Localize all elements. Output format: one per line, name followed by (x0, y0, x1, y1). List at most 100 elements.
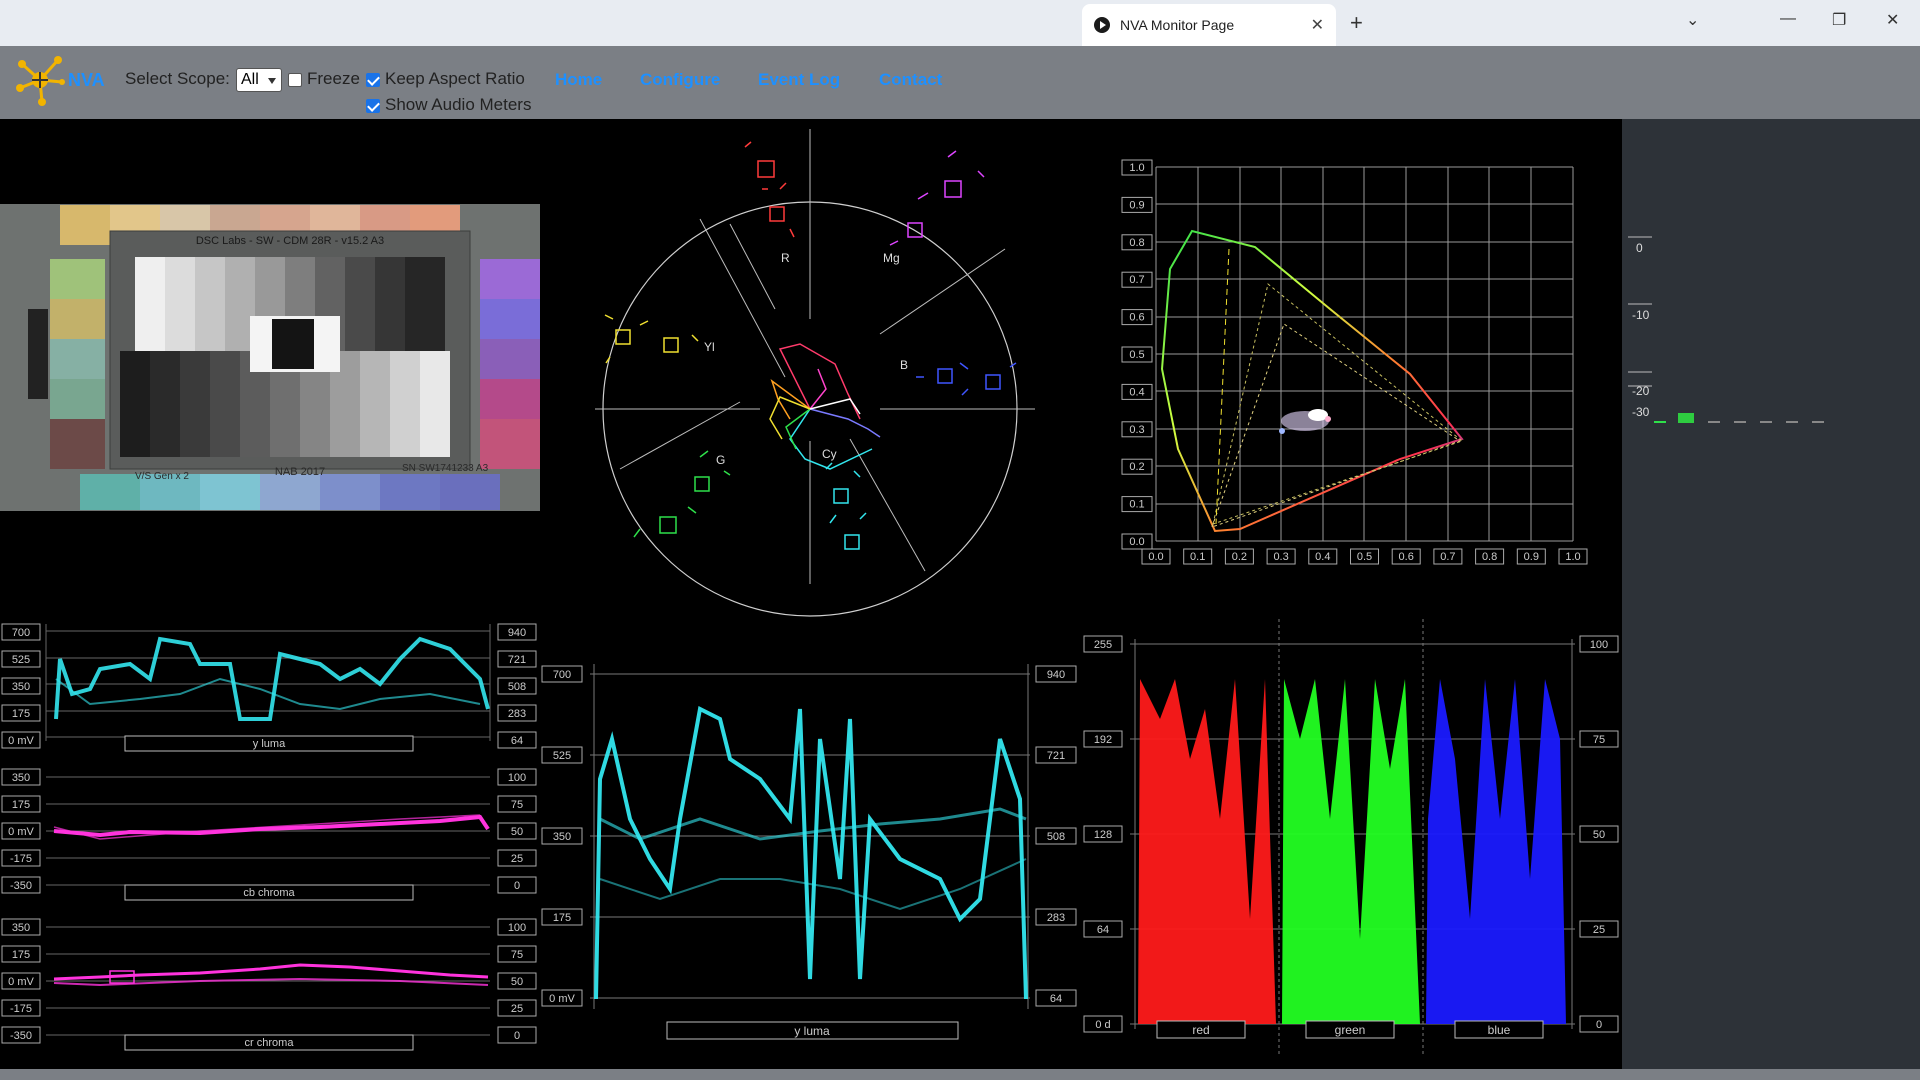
cie-y-tick-2: 0.8 (1121, 234, 1153, 251)
cr-left-tick-2-text: 0 mV (8, 976, 34, 988)
luma-small-caption: y luma (253, 738, 286, 750)
audio-tick-10: -10 (1632, 308, 1650, 322)
nav-link-configure[interactable]: Configure (640, 70, 720, 90)
logo-text[interactable]: NVA (68, 70, 105, 91)
bottom-status-bar (0, 1069, 1920, 1080)
freeze-checkbox[interactable] (288, 73, 302, 87)
cr-right-tick-1: 75 (497, 945, 537, 963)
cie-y-tick-10-text: 0.0 (1129, 536, 1144, 548)
luma-big-left-tick-3: 175 (541, 908, 583, 926)
cb-left-tick-1: 175 (1, 795, 41, 813)
minimize-button[interactable]: — (1780, 10, 1796, 28)
luma-small-right-tick-2: 508 (497, 677, 537, 695)
cr-left-tick-0-text: 350 (12, 922, 30, 934)
cr-left-tick-0: 350 (1, 918, 41, 936)
rgb-left-tick-3-text: 64 (1097, 924, 1109, 936)
cie-x-tick-1: 0.1 (1183, 548, 1213, 565)
luma-small-right-tick-2-text: 508 (508, 681, 526, 693)
cb-right-tick-3-text: 25 (511, 853, 523, 865)
luma-small-left-tick-1-text: 525 (12, 654, 30, 666)
scope-select[interactable]: All (236, 68, 282, 92)
luma-small-right-tick-3-text: 283 (508, 708, 526, 720)
audio-meters-checkbox[interactable] (366, 99, 380, 113)
nav-link-event-log[interactable]: Event Log (758, 70, 840, 90)
vector-label-r: R (781, 251, 790, 265)
cie-x-tick-0-text: 0.0 (1148, 551, 1163, 563)
luma-big-left-tick-0-text: 700 (553, 669, 571, 681)
cr-left-tick-3: -175 (1, 999, 41, 1017)
cr-chroma-waveform: cr chroma (46, 926, 490, 1051)
cr-left-tick-4-text: -350 (10, 1030, 32, 1042)
luma-big-right-tick-3-text: 283 (1047, 912, 1065, 924)
vectorscope: R Mg Yl B G Cy (595, 129, 1035, 617)
audio-tick-0: 0 (1636, 241, 1643, 255)
luma-small-left-tick-0-text: 700 (12, 627, 30, 639)
cie-y-tick-1: 0.9 (1121, 196, 1153, 213)
rgb-left-tick-0-text: 255 (1094, 639, 1112, 651)
nva-logo-icon[interactable] (14, 54, 66, 106)
cr-right-tick-2: 50 (497, 972, 537, 990)
cb-left-tick-0: 350 (1, 768, 41, 786)
cie-x-tick-9: 0.9 (1516, 548, 1546, 565)
luma-big-left-tick-4: 0 mV (541, 989, 583, 1007)
vector-target-r (744, 141, 795, 238)
vector-label-g: G (716, 453, 725, 467)
cie-diagram (1155, 166, 1574, 542)
cb-left-tick-1-text: 175 (12, 799, 30, 811)
rgb-right-tick-4-text: 0 (1596, 1019, 1602, 1031)
new-tab-button[interactable]: + (1350, 10, 1363, 36)
cie-y-tick-9-text: 0.1 (1129, 499, 1144, 511)
rgb-left-tick-3: 64 (1083, 920, 1123, 938)
rgb-right-tick-2-text: 50 (1593, 829, 1605, 841)
rgb-caption-red: red (1192, 1023, 1209, 1037)
vector-target-yl (604, 314, 699, 364)
luma-big-left-tick-1-text: 525 (553, 750, 571, 762)
nav-link-home[interactable]: Home (555, 70, 602, 90)
rgb-left-tick-4: 0 d (1083, 1015, 1123, 1033)
cie-y-tick-4-text: 0.6 (1129, 312, 1144, 324)
tab-search-chevron-icon[interactable]: ⌄ (1686, 10, 1699, 30)
vector-label-cy: Cy (822, 447, 837, 461)
luma-big-right-tick-0: 940 (1035, 665, 1077, 683)
browser-tab[interactable]: NVA Monitor Page ✕ (1082, 4, 1336, 46)
scope-display-area: DSC Labs - SW - CDM 28R - v15.2 A3 V/S G… (0, 119, 1622, 1069)
cie-x-tick-8-text: 0.8 (1482, 551, 1497, 563)
cb-left-tick-0-text: 350 (12, 772, 30, 784)
cb-chroma-waveform: cb chroma (46, 776, 490, 901)
tab-close-icon[interactable]: ✕ (1311, 15, 1324, 35)
cie-x-tick-3: 0.3 (1266, 548, 1296, 565)
cie-y-tick-8: 0.2 (1121, 458, 1153, 475)
cie-x-tick-5-text: 0.5 (1357, 551, 1372, 563)
cie-y-tick-3-text: 0.7 (1129, 274, 1144, 286)
restore-button[interactable]: ❐ (1832, 10, 1846, 30)
luma-small-left-tick-2: 350 (1, 677, 41, 695)
scope-select-value: All (241, 71, 259, 88)
cie-x-tick-8: 0.8 (1475, 548, 1505, 565)
cb-left-tick-3: -175 (1, 849, 41, 867)
cr-left-tick-1-text: 175 (12, 949, 30, 961)
cr-left-tick-4: -350 (1, 1026, 41, 1044)
rgb-left-tick-4-text: 0 d (1095, 1019, 1110, 1031)
rgb-left-tick-1-text: 192 (1094, 734, 1112, 746)
window-close-button[interactable]: ✕ (1886, 10, 1899, 30)
audio-meter-panel: 0 -10 -20 -30 (1622, 119, 1920, 1069)
vector-target-b (916, 362, 1017, 396)
cie-y-tick-1-text: 0.9 (1129, 199, 1144, 211)
tab-title: NVA Monitor Page (1120, 17, 1235, 33)
cb-left-tick-2: 0 mV (1, 822, 41, 840)
cr-right-tick-1-text: 75 (511, 949, 523, 961)
cie-y-tick-9: 0.1 (1121, 496, 1153, 513)
luma-big-left-tick-2: 350 (541, 827, 583, 845)
cr-right-tick-3: 25 (497, 999, 537, 1017)
cb-right-tick-4-text: 0 (514, 880, 520, 892)
cr-right-tick-4: 0 (497, 1026, 537, 1044)
luma-big-right-tick-0-text: 940 (1047, 669, 1065, 681)
cie-y-tick-5: 0.5 (1121, 346, 1153, 363)
cb-right-tick-4: 0 (497, 876, 537, 894)
keep-aspect-checkbox[interactable] (366, 73, 380, 87)
cr-right-tick-3-text: 25 (511, 1003, 523, 1015)
luma-waveform-small: y luma (45, 624, 491, 752)
luma-big-right-tick-1: 721 (1035, 746, 1077, 764)
nav-link-contact[interactable]: Contact (879, 70, 942, 90)
luma-small-right-tick-0: 940 (497, 623, 537, 641)
